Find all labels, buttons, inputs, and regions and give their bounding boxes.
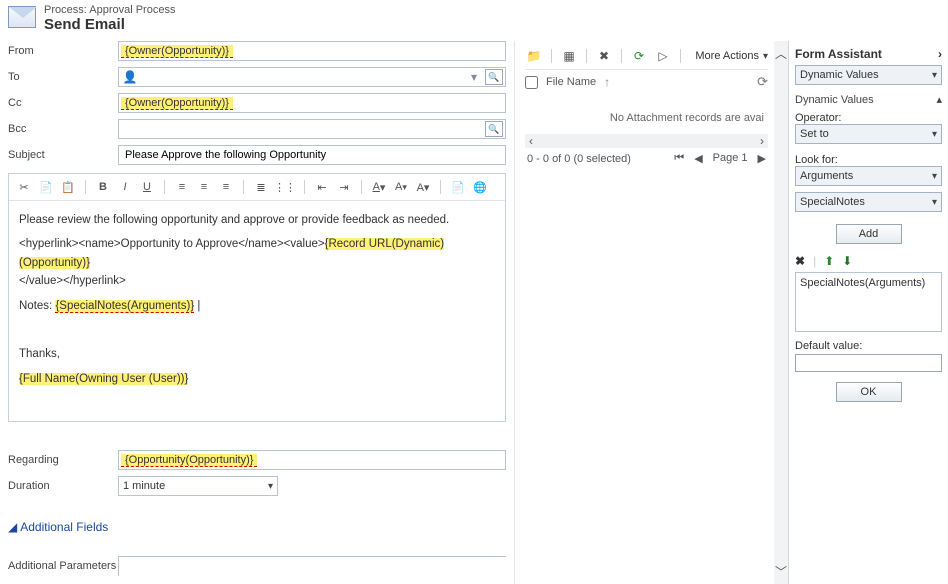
align-right-icon[interactable]: ≡ xyxy=(217,178,235,196)
scroll-down-icon[interactable]: ﹀ xyxy=(775,563,787,580)
delete-icon[interactable]: ✖ xyxy=(595,47,613,65)
from-label: From xyxy=(8,45,118,57)
cut-icon[interactable]: ✂ xyxy=(15,178,33,196)
font-color-icon[interactable]: A▾ xyxy=(370,178,388,196)
process-label: Process: Approval Process xyxy=(44,4,175,16)
next-page-icon[interactable]: ▶ xyxy=(758,152,766,165)
record-count: 0 - 0 of 0 (0 selected) xyxy=(527,153,631,165)
select-all-checkbox[interactable] xyxy=(525,76,538,89)
first-page-icon[interactable]: ⏮ xyxy=(674,152,684,165)
paste-icon[interactable]: 📋 xyxy=(59,178,77,196)
body-hyperlink-line: <hyperlink><name>Opportunity to Approve<… xyxy=(19,235,495,290)
body-notes-line: Notes: {SpecialNotes(Arguments)} | xyxy=(19,297,495,315)
person-icon: 👤 xyxy=(121,70,139,84)
body-line-intro: Please review the following opportunity … xyxy=(19,211,495,229)
bold-button[interactable]: B xyxy=(94,178,112,196)
scroll-up-icon[interactable]: ︿ xyxy=(775,45,787,62)
subject-label: Subject xyxy=(8,149,118,161)
selected-items-list[interactable]: SpecialNotes(Arguments) xyxy=(795,272,942,332)
form-assistant-title: Form Assistant xyxy=(795,47,882,61)
link-icon[interactable]: 🌐 xyxy=(471,178,489,196)
remove-item-icon[interactable]: ✖ xyxy=(795,254,805,268)
add-button[interactable]: Add xyxy=(836,224,902,244)
collapse-icon[interactable]: ▴ xyxy=(936,93,942,106)
list-numbered-icon[interactable]: ≣ xyxy=(252,178,270,196)
cc-label: Cc xyxy=(8,97,118,109)
indent-icon[interactable]: ⇥ xyxy=(335,178,353,196)
bcc-label: Bcc xyxy=(8,123,118,135)
lookfor-label: Look for: xyxy=(795,154,942,166)
page-label: Page 1 xyxy=(713,152,748,165)
align-left-icon[interactable]: ≡ xyxy=(173,178,191,196)
expand-icon[interactable]: ▾ xyxy=(465,70,483,84)
refresh-icon[interactable]: ⟳ xyxy=(630,47,648,65)
editor-toolbar: ✂ 📄 📋 B I U ≡ ≡ ≡ ≣ ⋮⋮ ⇤ ⇥ xyxy=(9,174,505,201)
to-field[interactable]: 👤 ▾ 🔍 xyxy=(118,67,506,87)
bcc-field[interactable]: 🔍 xyxy=(118,119,506,139)
from-field[interactable]: {Owner(Opportunity)} xyxy=(118,41,506,61)
grid-icon[interactable]: ▦ xyxy=(560,47,578,65)
move-down-icon[interactable]: ⬇ xyxy=(842,254,852,268)
italic-button[interactable]: I xyxy=(116,178,134,196)
operator-label: Operator: xyxy=(795,112,942,124)
chevron-right-icon[interactable]: › xyxy=(938,47,942,61)
subject-field[interactable] xyxy=(118,145,506,165)
default-value-label: Default value: xyxy=(795,340,942,352)
triangle-icon: ◢ xyxy=(8,520,17,534)
rich-text-editor: ✂ 📄 📋 B I U ≡ ≡ ≡ ≣ ⋮⋮ ⇤ ⇥ xyxy=(8,173,506,422)
move-up-icon[interactable]: ⬆ xyxy=(824,254,834,268)
notes-token: {SpecialNotes(Arguments)} xyxy=(55,300,194,313)
ok-button[interactable]: OK xyxy=(836,382,902,402)
to-label: To xyxy=(8,71,118,83)
additional-fields-toggle[interactable]: ◢Additional Fields xyxy=(8,520,506,534)
section-dynamic-values: Dynamic Values xyxy=(795,94,874,106)
cc-token: {Owner(Opportunity)} xyxy=(121,97,233,110)
duration-select[interactable]: 1 minute ▾ xyxy=(118,476,278,496)
outdent-icon[interactable]: ⇤ xyxy=(313,178,331,196)
lookfor-entity-select[interactable]: Arguments▾ xyxy=(795,166,942,186)
regarding-token: {Opportunity(Opportunity)} xyxy=(121,454,257,467)
insert-icon[interactable]: 📄 xyxy=(449,178,467,196)
cc-field[interactable]: {Owner(Opportunity)} xyxy=(118,93,506,113)
divider: | xyxy=(813,254,816,268)
body-thanks: Thanks, xyxy=(19,345,495,363)
no-attachments-text: No Attachment records are avai xyxy=(525,94,768,134)
new-attachment-icon[interactable]: 📁 xyxy=(525,47,543,65)
editor-body[interactable]: Please review the following opportunity … xyxy=(9,201,505,421)
align-center-icon[interactable]: ≡ xyxy=(195,178,213,196)
font-size-icon[interactable]: A▾ xyxy=(392,178,410,196)
h-scrollbar[interactable]: ‹› xyxy=(525,134,768,148)
refresh-list-icon[interactable]: ⟳ xyxy=(757,74,768,90)
duration-label: Duration xyxy=(8,480,118,492)
regarding-label: Regarding xyxy=(8,454,118,466)
lookup-icon[interactable]: 🔍 xyxy=(485,121,503,137)
additional-params-field[interactable] xyxy=(118,556,506,576)
underline-button[interactable]: U xyxy=(138,178,156,196)
lookfor-attr-select[interactable]: SpecialNotes▾ xyxy=(795,192,942,212)
page-title: Send Email xyxy=(44,16,175,33)
regarding-field[interactable]: {Opportunity(Opportunity)} xyxy=(118,450,506,470)
list-item[interactable]: SpecialNotes(Arguments) xyxy=(800,277,937,289)
assistant-mode-select[interactable]: Dynamic Values▾ xyxy=(795,65,942,85)
signature-token: {Full Name(Owning User (User))} xyxy=(19,373,188,385)
list-bullet-icon[interactable]: ⋮⋮ xyxy=(274,178,296,196)
sort-up-icon[interactable]: ↑ xyxy=(604,75,610,89)
chevron-down-icon: ▾ xyxy=(268,481,273,492)
operator-select[interactable]: Set to▾ xyxy=(795,124,942,144)
run-icon[interactable]: ▷ xyxy=(654,47,672,65)
default-value-input[interactable] xyxy=(795,354,942,372)
lookup-icon[interactable]: 🔍 xyxy=(485,69,503,85)
v-scrollbar[interactable]: ︿ ﹀ xyxy=(774,41,788,584)
from-token: {Owner(Opportunity)} xyxy=(121,45,233,58)
highlight-icon[interactable]: A▾ xyxy=(414,178,432,196)
copy-icon[interactable]: 📄 xyxy=(37,178,55,196)
file-name-header[interactable]: File Name xyxy=(546,76,596,88)
additional-params-label: Additional Parameters xyxy=(8,560,118,572)
mail-icon xyxy=(8,6,36,28)
prev-page-icon[interactable]: ◀ xyxy=(694,152,702,165)
subject-input[interactable] xyxy=(121,149,503,161)
more-actions-menu[interactable]: More Actions▾ xyxy=(695,50,768,62)
